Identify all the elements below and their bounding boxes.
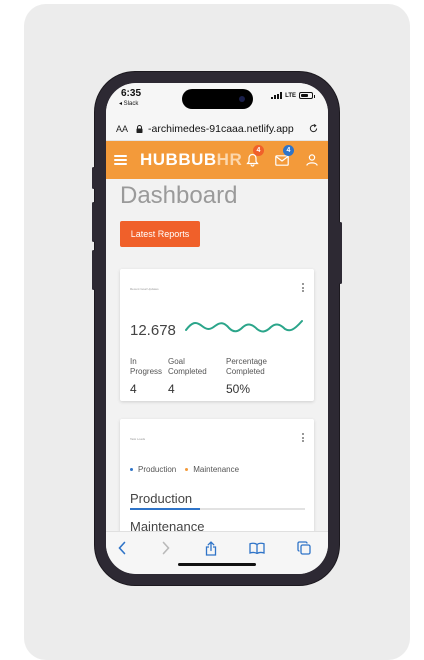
stat-value: 50% [226, 382, 251, 396]
app-header: HUBBUBHR 4 4 [106, 141, 328, 179]
notifications-button[interactable]: 4 [237, 141, 267, 179]
status-bar: 6:35 ◂ Slack LTE [106, 83, 328, 117]
profile-button[interactable] [297, 141, 327, 179]
user-icon [306, 154, 318, 166]
notifications-badge: 4 [253, 145, 264, 156]
phone-action-button [92, 167, 95, 189]
share-button[interactable] [203, 540, 219, 556]
address-bar[interactable]: AA -archimedes-91caaa.netlify.app [106, 117, 328, 141]
legend-label: Maintenance [193, 465, 240, 474]
header-actions: 4 4 [237, 141, 327, 179]
more-options-icon[interactable] [302, 433, 304, 442]
phone-screen: 6:35 ◂ Slack LTE AA -archimedes-91caaa.n… [106, 83, 328, 574]
page-content: Dashboard Latest Reports Recent Goal Upd… [106, 179, 328, 531]
tabs-icon [297, 541, 311, 555]
chart-legend: Production Maintenance [130, 465, 239, 474]
summary-value: 12.678 [130, 322, 176, 339]
phone-frame: 6:35 ◂ Slack LTE AA -archimedes-91caaa.n… [92, 72, 342, 585]
forward-icon [162, 541, 170, 555]
card-label: Task Loads [130, 437, 146, 441]
mail-icon [275, 154, 289, 166]
forward-button[interactable] [158, 540, 174, 556]
messages-button[interactable]: 4 [267, 141, 297, 179]
latest-reports-button[interactable]: Latest Reports [120, 221, 200, 247]
menu-icon[interactable] [114, 155, 127, 165]
text-size-button[interactable]: AA [116, 124, 128, 134]
legend-label: Production [138, 465, 177, 474]
reload-icon[interactable] [309, 124, 318, 133]
sparkline-chart [185, 320, 303, 333]
back-icon [118, 541, 126, 555]
stat-label: Percentage Completed [226, 357, 267, 376]
legend-dot [185, 468, 189, 471]
more-options-icon[interactable] [302, 283, 304, 292]
back-to-app-link[interactable]: ◂ Slack [119, 100, 138, 107]
stat-label: Goal Completed [168, 357, 207, 376]
page-title: Dashboard [120, 182, 238, 209]
camera-dot [239, 96, 245, 102]
phone-volume-down [92, 250, 95, 290]
tab-production[interactable]: Production [130, 491, 192, 506]
stat-value: 4 [168, 382, 175, 396]
bookmarks-icon [249, 542, 265, 554]
battery-icon [299, 92, 315, 99]
card-label: Recent Goal Updates [130, 287, 159, 291]
back-button[interactable] [114, 540, 130, 556]
brand-name: HUBBUB [140, 150, 217, 169]
dynamic-island [182, 89, 253, 109]
network-label: LTE [285, 92, 296, 99]
home-indicator [178, 563, 256, 566]
task-loads-card: Task Loads Production Maintenance Produc… [120, 419, 314, 531]
stat-label: In Progress [130, 357, 163, 376]
lock-icon [136, 124, 143, 133]
goal-summary-card: Recent Goal Updates 12.678 In Progress G… [120, 269, 314, 401]
status-time: 6:35 [121, 88, 142, 99]
phone-volume-up [92, 202, 95, 242]
active-tab-indicator [130, 508, 200, 510]
stat-value: 4 [130, 382, 137, 396]
brand-logo[interactable]: HUBBUBHR [140, 150, 242, 170]
messages-badge: 4 [283, 145, 294, 156]
status-indicators: LTE [271, 92, 315, 99]
url-text[interactable]: -archimedes-91caaa.netlify.app [148, 123, 309, 135]
tab-maintenance[interactable]: Maintenance [130, 519, 204, 531]
legend-dot [130, 468, 133, 471]
share-icon [205, 540, 217, 556]
browser-toolbar [106, 531, 328, 574]
signal-icon [271, 92, 283, 99]
bookmarks-button[interactable] [249, 540, 265, 556]
tabs-button[interactable] [296, 540, 312, 556]
phone-power-button [339, 222, 342, 284]
